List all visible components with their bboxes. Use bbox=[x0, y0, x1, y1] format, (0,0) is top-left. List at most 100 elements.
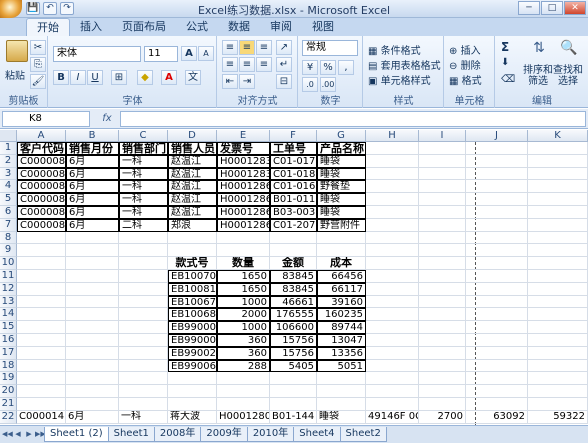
table-cell[interactable]: 6月 bbox=[66, 206, 119, 219]
table-cell[interactable]: C01-207 bbox=[270, 218, 317, 232]
table-header-cell[interactable]: 产品名称 bbox=[317, 142, 366, 155]
grid-cell[interactable] bbox=[366, 257, 419, 270]
grid-cell[interactable] bbox=[270, 244, 317, 258]
grid-cell[interactable] bbox=[168, 398, 217, 411]
column-header-i[interactable]: I bbox=[419, 130, 466, 142]
grid-cell[interactable] bbox=[419, 218, 466, 232]
grid-cell[interactable] bbox=[419, 180, 466, 194]
grid-cell[interactable] bbox=[217, 244, 270, 258]
grid-cell[interactable] bbox=[419, 321, 466, 334]
tab-formulas[interactable]: 公式 bbox=[176, 18, 218, 36]
table-cell[interactable]: C000008 bbox=[17, 167, 66, 181]
summary-cell[interactable]: 288 bbox=[217, 359, 270, 373]
table-cell[interactable]: 野餐垫 bbox=[317, 180, 366, 194]
maximize-button[interactable]: □ bbox=[541, 1, 563, 15]
grid-cell[interactable] bbox=[17, 385, 66, 398]
grid-cell[interactable] bbox=[119, 231, 168, 245]
grid-cell[interactable] bbox=[119, 308, 168, 322]
row-header-1[interactable]: 1 bbox=[0, 142, 17, 155]
tab-view[interactable]: 视图 bbox=[302, 18, 344, 36]
grid-cell[interactable] bbox=[66, 308, 119, 322]
grid-cell[interactable] bbox=[66, 385, 119, 398]
sheet-tab[interactable]: Sheet1 (2) bbox=[44, 427, 109, 442]
grid-cell[interactable] bbox=[168, 385, 217, 398]
grid-cell[interactable] bbox=[419, 359, 466, 373]
cut-icon[interactable]: ✂ bbox=[30, 40, 46, 55]
grid-cell[interactable] bbox=[366, 398, 419, 411]
table-cell[interactable]: C000014 bbox=[17, 410, 66, 424]
grid-cell[interactable] bbox=[66, 295, 119, 309]
summary-cell[interactable]: EB99006F bbox=[168, 359, 217, 373]
grid-cell[interactable] bbox=[66, 244, 119, 258]
align-middle-icon[interactable]: ≡ bbox=[239, 40, 255, 55]
table-cell[interactable]: B01-011 bbox=[270, 193, 317, 206]
grid-cell[interactable] bbox=[17, 321, 66, 334]
column-header-d[interactable]: D bbox=[168, 130, 217, 142]
grid-cell[interactable] bbox=[466, 398, 528, 411]
grid-cell[interactable] bbox=[528, 372, 588, 386]
row-header-17[interactable]: 17 bbox=[0, 346, 17, 360]
grid-cell[interactable] bbox=[466, 334, 528, 347]
grid-cell[interactable] bbox=[528, 231, 588, 245]
sort-filter-button[interactable]: 排序和 筛选 bbox=[522, 64, 554, 88]
grid-cell[interactable] bbox=[17, 372, 66, 386]
align-top-icon[interactable]: ≡ bbox=[222, 40, 238, 55]
grid-cell[interactable] bbox=[466, 193, 528, 206]
copy-icon[interactable]: ⎘ bbox=[30, 57, 46, 72]
grid-cell[interactable] bbox=[66, 359, 119, 373]
grid-cell[interactable] bbox=[317, 372, 366, 386]
table-cell[interactable]: 63092 bbox=[466, 410, 528, 424]
align-bottom-icon[interactable]: ≡ bbox=[256, 40, 272, 55]
grid-cell[interactable] bbox=[119, 385, 168, 398]
grid-cell[interactable] bbox=[119, 321, 168, 334]
grid-cell[interactable] bbox=[366, 218, 419, 232]
grid-cell[interactable] bbox=[17, 334, 66, 347]
row-header-13[interactable]: 13 bbox=[0, 295, 17, 309]
grid-cell[interactable] bbox=[528, 334, 588, 347]
sheet-tab[interactable]: Sheet4 bbox=[293, 427, 341, 442]
fill-color-icon[interactable]: ◆ bbox=[137, 70, 153, 85]
fill-icon[interactable]: ⬇ bbox=[500, 56, 510, 69]
grid-cell[interactable] bbox=[419, 346, 466, 360]
table-cell[interactable]: 6月 bbox=[66, 180, 119, 194]
tab-page-layout[interactable]: 页面布局 bbox=[112, 18, 176, 36]
grid-cell[interactable] bbox=[317, 231, 366, 245]
summary-cell[interactable]: 13356 bbox=[317, 346, 366, 360]
table-cell[interactable]: 赵温江 bbox=[168, 180, 217, 194]
grid-cell[interactable] bbox=[217, 385, 270, 398]
table-cell[interactable]: 睡袋 bbox=[317, 193, 366, 206]
orientation-icon[interactable]: ↗ bbox=[276, 40, 292, 55]
grid-cell[interactable] bbox=[366, 231, 419, 245]
fx-icon[interactable]: fx bbox=[96, 111, 118, 127]
autosum-icon[interactable]: Σ bbox=[500, 39, 510, 55]
summary-cell[interactable]: 46661 bbox=[270, 295, 317, 309]
grid-cell[interactable] bbox=[528, 206, 588, 219]
table-header-cell[interactable]: 客户代码 bbox=[17, 142, 66, 155]
grid-cell[interactable] bbox=[419, 244, 466, 258]
column-header-c[interactable]: C bbox=[119, 130, 168, 142]
table-cell[interactable]: 6月 bbox=[66, 167, 119, 181]
italic-button[interactable]: I bbox=[70, 70, 86, 85]
formula-input[interactable] bbox=[120, 111, 586, 127]
grid-cell[interactable] bbox=[528, 398, 588, 411]
grid-cell[interactable] bbox=[270, 231, 317, 245]
grid-cell[interactable] bbox=[366, 385, 419, 398]
grid-cell[interactable] bbox=[528, 321, 588, 334]
grid-cell[interactable] bbox=[466, 295, 528, 309]
grid-cell[interactable] bbox=[66, 398, 119, 411]
align-center-icon[interactable]: ≡ bbox=[239, 57, 255, 72]
grid-cell[interactable] bbox=[66, 321, 119, 334]
row-header-9[interactable]: 9 bbox=[0, 244, 17, 258]
grid-cell[interactable] bbox=[17, 398, 66, 411]
table-cell[interactable]: C000008 bbox=[17, 193, 66, 206]
grid-cell[interactable] bbox=[466, 385, 528, 398]
paste-icon[interactable] bbox=[6, 40, 28, 62]
grid-cell[interactable] bbox=[168, 231, 217, 245]
grid-cell[interactable] bbox=[17, 308, 66, 322]
grid-cell[interactable] bbox=[17, 257, 66, 270]
grid-cell[interactable] bbox=[17, 295, 66, 309]
summary-cell[interactable]: 160235 bbox=[317, 308, 366, 322]
grid-cell[interactable] bbox=[119, 359, 168, 373]
row-header-12[interactable]: 12 bbox=[0, 282, 17, 296]
grid-cell[interactable] bbox=[119, 244, 168, 258]
